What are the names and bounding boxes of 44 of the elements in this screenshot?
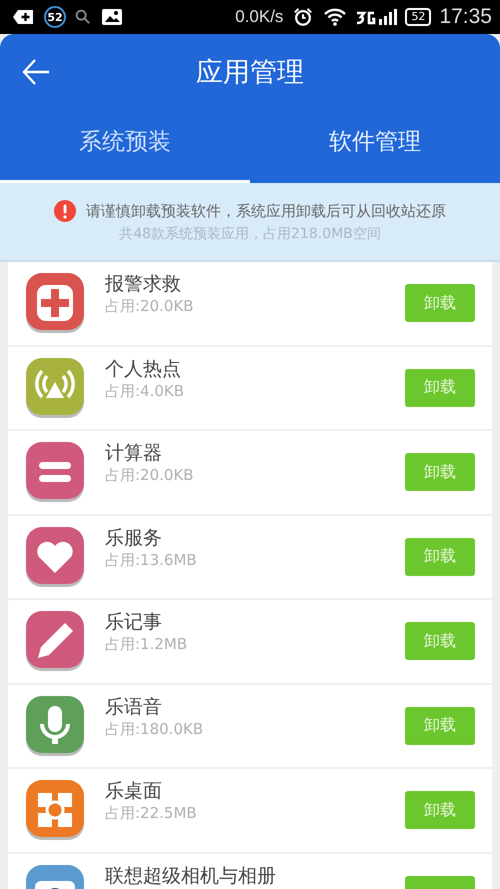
app-size: 占用:22.5MB bbox=[105, 804, 198, 824]
plus-icon bbox=[12, 7, 36, 27]
microphone-icon bbox=[25, 696, 85, 756]
battery-indicator: 52 bbox=[405, 8, 432, 26]
clock-time: 17:35 bbox=[439, 5, 492, 29]
pencil-icon bbox=[25, 611, 85, 672]
app-row[interactable]: 乐服务 占用:13.6MB 卸载 bbox=[8, 516, 492, 598]
app-name: 乐记事 bbox=[105, 611, 163, 634]
app-name: 个人热点 bbox=[105, 358, 182, 380]
app-name: 联想超级相机与相册 bbox=[105, 864, 277, 887]
app-name: 报警求救 bbox=[105, 273, 182, 296]
app-size: 占用:13.6MB bbox=[105, 550, 198, 570]
app-size: 占用:20.0KB bbox=[105, 297, 195, 316]
app-row[interactable]: 个人热点 占用:4.0KB 卸载 bbox=[8, 346, 492, 429]
image-icon bbox=[100, 7, 124, 27]
page-title: 应用管理 bbox=[196, 56, 304, 90]
tab[interactable]: 软件管理 bbox=[250, 110, 500, 183]
search-icon bbox=[74, 8, 92, 26]
app-row[interactable]: 乐桌面 占用:22.5MB 卸载 bbox=[8, 769, 492, 852]
wifi-icon bbox=[323, 7, 348, 27]
network-speed: 0.0K/s bbox=[235, 7, 284, 27]
app-row[interactable]: 报警求救 占用:20.0KB 卸载 bbox=[8, 262, 492, 344]
app-row[interactable]: 乐语音 占用:180.0KB 卸载 bbox=[8, 684, 492, 767]
signal-3g-icon bbox=[355, 7, 398, 27]
app-size: 占用:20.0KB bbox=[105, 466, 195, 486]
notification-badge: 52 bbox=[44, 6, 66, 28]
back-arrow-icon[interactable] bbox=[21, 57, 51, 87]
app-name: 计算器 bbox=[105, 442, 163, 464]
app-row[interactable]: 计算器 占用:20.0KB 卸载 bbox=[8, 431, 492, 514]
app-size: 占用:1.2MB bbox=[105, 635, 188, 654]
app-size: 占用:4.0KB bbox=[105, 382, 186, 401]
app-name: 乐语音 bbox=[105, 696, 163, 718]
warning-text: 请谨慎卸载预装软件，系统应用卸载后可从回收站还原 bbox=[86, 202, 446, 220]
app-name: 乐服务 bbox=[105, 526, 163, 549]
app-size: 占用:180.0KB bbox=[105, 720, 204, 739]
equals-icon bbox=[25, 442, 85, 502]
app-row[interactable]: 联想超级相机与相册 bbox=[8, 854, 492, 889]
heart-icon bbox=[25, 526, 85, 587]
app-name: 乐桌面 bbox=[105, 780, 163, 802]
cross-icon bbox=[25, 273, 85, 334]
hotspot-icon bbox=[25, 358, 85, 418]
warning-icon bbox=[54, 200, 76, 222]
flower-icon bbox=[25, 780, 85, 840]
app-row[interactable]: 乐记事 占用:1.2MB 卸载 bbox=[8, 600, 492, 682]
